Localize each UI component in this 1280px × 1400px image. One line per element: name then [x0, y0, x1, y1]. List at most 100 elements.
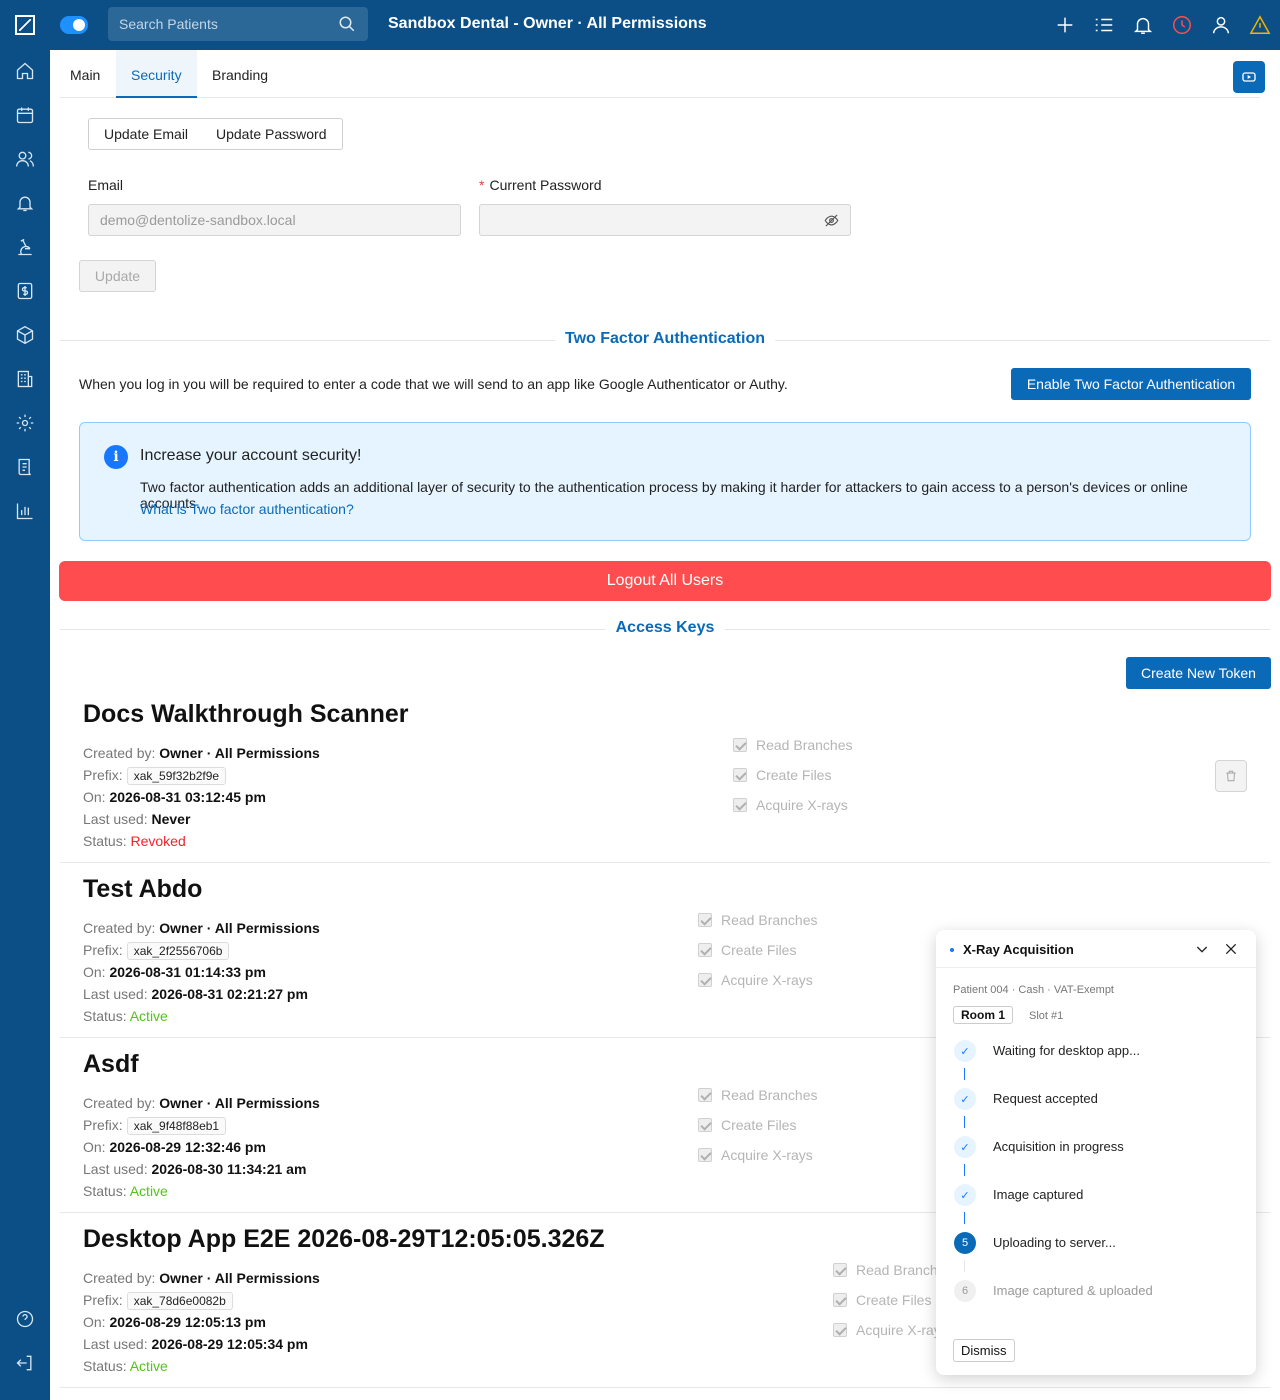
patient-meta: Patient 004 · Cash · VAT-Exempt — [953, 984, 1114, 996]
permission-acquire-xrays[interactable]: Acquire X-rays — [698, 1147, 813, 1163]
calendar-icon[interactable] — [13, 103, 37, 127]
alert-title: Increase your account security! — [140, 447, 362, 464]
permission-create-files[interactable]: Create Files — [833, 1292, 931, 1308]
permission-acquire-xrays[interactable]: Acquire X-rays — [733, 797, 848, 813]
microscope-icon[interactable] — [13, 235, 37, 259]
search-icon[interactable] — [338, 15, 356, 33]
permission-create-files[interactable]: Create Files — [698, 942, 796, 958]
permission-read-branches[interactable]: Read Branches — [698, 912, 818, 928]
step-label: Image captured — [993, 1187, 1084, 1202]
plus-icon[interactable] — [1054, 14, 1076, 36]
access-keys-heading-text: Access Keys — [605, 619, 725, 637]
tab-security[interactable]: Security — [116, 50, 197, 98]
delete-token-button[interactable] — [1215, 760, 1247, 792]
step-done-check-icon: ✓ — [954, 1136, 976, 1158]
tab-main[interactable]: Main — [60, 50, 110, 98]
token-last-used: Last used: 2026-08-29 12:05:34 pm — [83, 1336, 308, 1352]
video-help-button[interactable] — [1233, 61, 1265, 93]
step-label: Waiting for desktop app... — [993, 1043, 1140, 1058]
token-last-used: Last used: 2026-08-30 11:34:21 am — [83, 1161, 307, 1177]
update-button[interactable]: Update — [79, 260, 156, 292]
ledger-icon[interactable] — [13, 455, 37, 479]
room-badge: Room 1 — [953, 1006, 1014, 1024]
logout-all-users-button[interactable]: Logout All Users — [59, 561, 1271, 601]
chevron-down-icon[interactable] — [1194, 941, 1210, 957]
token-name: Desktop App E2E 2026-08-29T12:05:05.326Z — [83, 1225, 605, 1253]
current-password-field[interactable] — [479, 204, 851, 236]
permission-read-branches[interactable]: Read Branches — [698, 1087, 818, 1103]
password-label-text: Current Password — [489, 177, 602, 193]
logout-icon[interactable] — [13, 1351, 37, 1375]
two-factor-description: When you log in you will be required to … — [79, 376, 788, 392]
page-title: Sandbox Dental - Owner · All Permissions — [388, 15, 707, 32]
panel-title: X-Ray Acquisition — [963, 942, 1074, 957]
eye-hidden-icon[interactable] — [824, 213, 839, 228]
token-created-on: On: 2026-08-31 01:14:33 pm — [83, 964, 266, 980]
step-current-number: 5 — [954, 1232, 976, 1254]
billing-icon[interactable] — [13, 279, 37, 303]
step-done-check-icon: ✓ — [954, 1184, 976, 1206]
enable-two-factor-button[interactable]: Enable Two Factor Authentication — [1011, 368, 1251, 400]
email-field[interactable]: demo@dentolize-sandbox.local — [88, 204, 461, 236]
permission-create-files[interactable]: Create Files — [733, 767, 831, 783]
step-label: Uploading to server... — [993, 1235, 1116, 1250]
topbar: Sandbox Dental - Owner · All Permissions — [50, 0, 1280, 50]
token-prefix: Prefix: xak_2f2556706b — [83, 942, 230, 960]
update-password-button[interactable]: Update Password — [201, 118, 343, 150]
permission-acquire-xrays[interactable]: Acquire X-rays — [833, 1322, 948, 1338]
two-factor-heading-text: Two Factor Authentication — [555, 330, 775, 348]
building-icon[interactable] — [13, 367, 37, 391]
permission-read-branches[interactable]: Read Branches — [833, 1262, 953, 1278]
panel-header: X-Ray Acquisition — [936, 930, 1256, 968]
inventory-box-icon[interactable] — [13, 323, 37, 347]
token-status: Status: Active — [83, 1358, 168, 1374]
update-email-button[interactable]: Update Email — [88, 118, 205, 150]
step-done-check-icon: ✓ — [954, 1040, 976, 1062]
permission-create-files[interactable]: Create Files — [698, 1117, 796, 1133]
tab-branding[interactable]: Branding — [202, 50, 278, 98]
step-label: Acquisition in progress — [993, 1139, 1124, 1154]
token-status: Status: Active — [83, 1008, 168, 1024]
password-label: * Current Password — [479, 177, 602, 193]
token-created-by: Created by: Owner · All Permissions — [83, 1095, 320, 1111]
step-pending-number: 6 — [954, 1280, 976, 1302]
security-alert: i Increase your account security! Two fa… — [79, 422, 1251, 541]
token-created-on: On: 2026-08-31 03:12:45 pm — [83, 789, 266, 805]
step-connector — [964, 1164, 965, 1176]
two-factor-info-link[interactable]: What is Two factor authentication? — [140, 501, 354, 517]
help-icon[interactable] — [13, 1307, 37, 1331]
home-icon[interactable] — [13, 59, 37, 83]
history-clock-icon[interactable] — [1171, 14, 1193, 36]
token-created-by: Created by: Owner · All Permissions — [83, 745, 320, 761]
task-list-icon[interactable] — [1093, 14, 1115, 36]
trash-icon — [1226, 770, 1236, 782]
notification-bell-icon[interactable] — [1132, 14, 1154, 36]
search-input[interactable] — [108, 7, 328, 41]
token-created-by: Created by: Owner · All Permissions — [83, 1270, 320, 1286]
status-dot — [950, 948, 954, 952]
user-profile-icon[interactable] — [1210, 14, 1232, 36]
permission-acquire-xrays[interactable]: Acquire X-rays — [698, 972, 813, 988]
search-box — [108, 7, 368, 41]
step-connector — [964, 1068, 965, 1080]
reports-chart-icon[interactable] — [13, 499, 37, 523]
token-created-on: On: 2026-08-29 12:05:13 pm — [83, 1314, 266, 1330]
slot-label: Slot #1 — [1029, 1010, 1064, 1022]
patients-icon[interactable] — [13, 147, 37, 171]
token-name: Asdf — [83, 1050, 139, 1078]
token-last-used: Last used: 2026-08-31 02:21:27 pm — [83, 986, 308, 1002]
video-icon — [1242, 72, 1256, 82]
dismiss-button[interactable]: Dismiss — [953, 1339, 1015, 1362]
create-new-token-button[interactable]: Create New Token — [1126, 657, 1271, 689]
token-prefix: Prefix: xak_9f48f88eb1 — [83, 1117, 227, 1135]
step-connector — [964, 1116, 965, 1128]
bell-icon[interactable] — [13, 191, 37, 215]
permission-read-branches[interactable]: Read Branches — [733, 737, 853, 753]
app-logo[interactable] — [15, 15, 35, 35]
theme-toggle[interactable] — [60, 16, 88, 34]
settings-gear-icon[interactable] — [13, 411, 37, 435]
step-label: Request accepted — [993, 1091, 1098, 1106]
warning-icon[interactable] — [1249, 14, 1271, 36]
close-icon[interactable] — [1223, 941, 1239, 957]
access-keys-heading: Access Keys — [60, 619, 1270, 639]
